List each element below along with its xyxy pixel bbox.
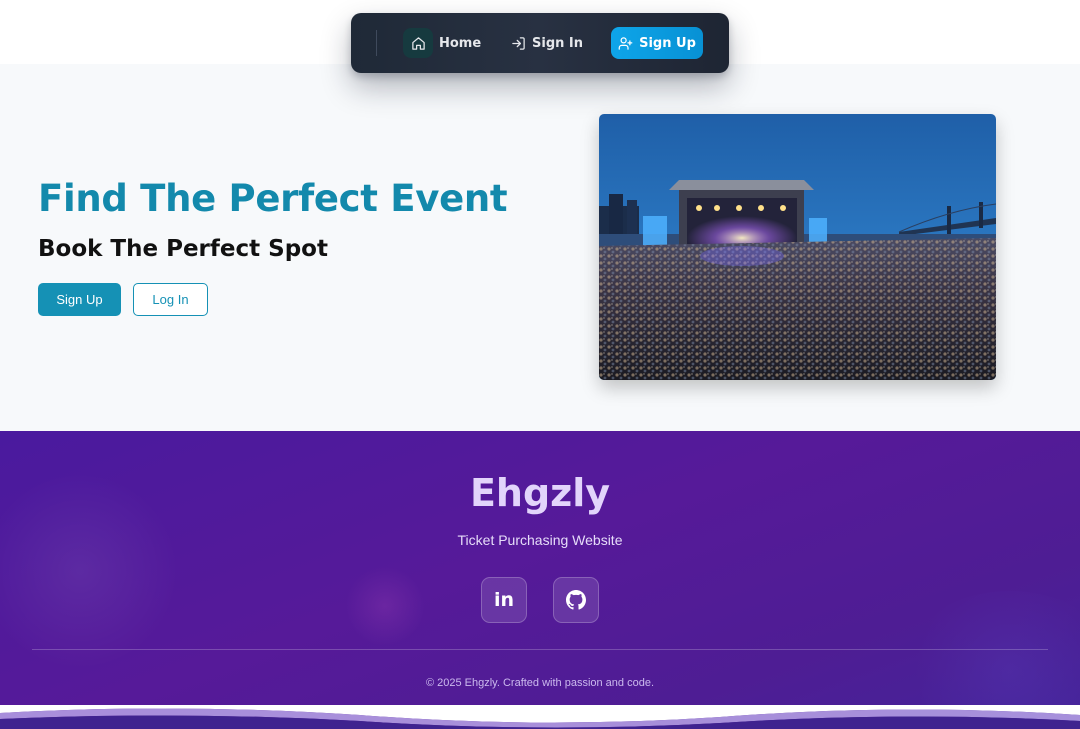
user-plus-icon — [618, 36, 633, 50]
decorative-glow — [345, 566, 425, 646]
concert-image — [599, 114, 996, 380]
nav-home-label: Home — [439, 35, 482, 51]
hero-subtitle: Book The Perfect Spot — [38, 236, 328, 262]
hero-section: Find The Perfect Event Book The Perfect … — [0, 64, 1080, 431]
footer-divider — [32, 649, 1048, 650]
hero-login-button[interactable]: Log In — [133, 283, 208, 316]
linkedin-link[interactable]: in — [481, 577, 527, 623]
concert-photo — [599, 114, 996, 380]
github-link[interactable] — [553, 577, 599, 623]
nav-divider — [376, 30, 377, 56]
footer-copyright: © 2025 Ehgzly. Crafted with passion and … — [425, 677, 655, 689]
hero-signup-button[interactable]: Sign Up — [38, 283, 121, 316]
nav-signup-button[interactable]: Sign Up — [611, 27, 703, 59]
hero-title: Find The Perfect Event — [38, 177, 508, 220]
home-icon — [403, 28, 433, 58]
nav-signin-label: Sign In — [532, 35, 583, 51]
footer-wave — [0, 705, 1080, 729]
nav-signup-label: Sign Up — [639, 35, 696, 51]
sign-in-icon — [512, 36, 525, 50]
nav-home-link[interactable]: Home — [403, 27, 481, 59]
site-footer: Ehgzly Ticket Purchasing Website in © 20… — [0, 431, 1080, 729]
linkedin-icon: in — [493, 589, 515, 611]
top-navbar: Home Sign In Sign Up — [351, 13, 729, 73]
nav-signin-link[interactable]: Sign In — [511, 27, 583, 59]
footer-tagline: Ticket Purchasing Website — [457, 532, 623, 548]
footer-brand: Ehgzly — [469, 471, 611, 515]
github-icon — [566, 590, 586, 610]
